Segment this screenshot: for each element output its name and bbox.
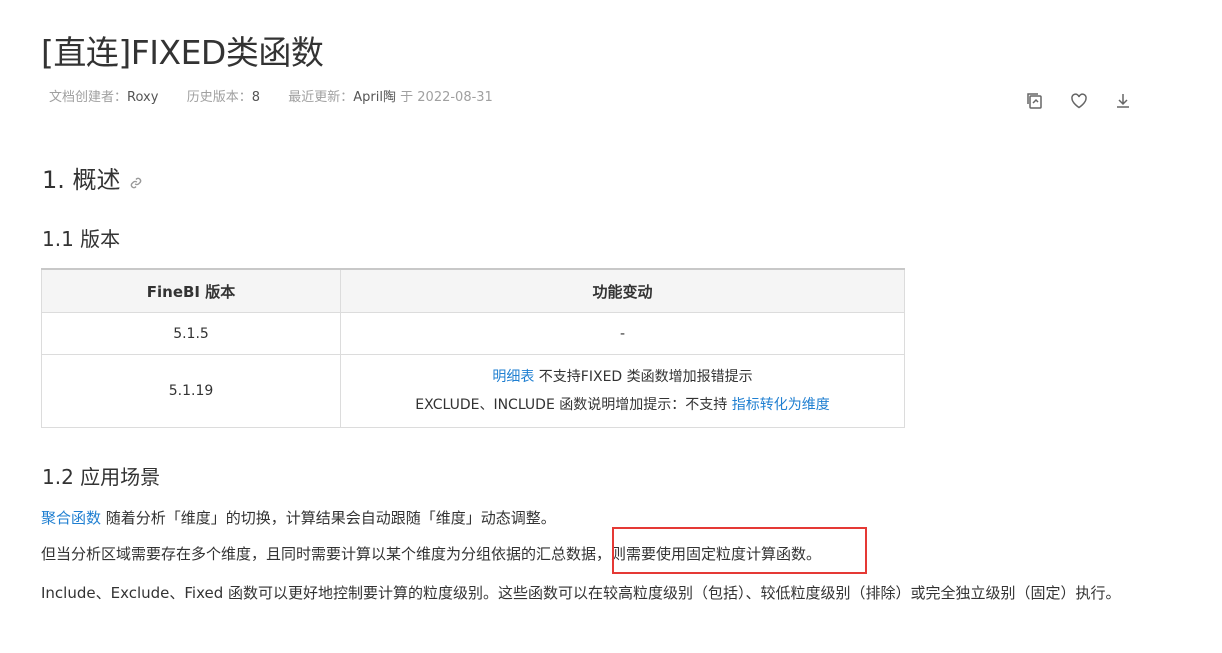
anchor-link-icon[interactable] <box>129 168 143 196</box>
version-cell: 5.1.19 <box>41 354 341 428</box>
subheading-version: 1.1 版本 <box>42 227 121 251</box>
copy-icon <box>1027 93 1042 109</box>
section-heading-overview: 1. 概述 <box>42 160 143 196</box>
updated-by[interactable]: April陶 <box>353 90 396 105</box>
updated-label: 最近更新： <box>288 90 354 105</box>
paragraph: 聚合函数 随着分析「维度」的切换，计算结果会自动跟随「维度」动态调整。 <box>41 509 556 527</box>
aggregate-function-link[interactable]: 聚合函数 <box>41 509 101 527</box>
change-cell: - <box>340 312 905 355</box>
version-count[interactable]: 8 <box>252 90 260 105</box>
creator-label: 文档创建者： <box>49 90 128 105</box>
favorite-button[interactable] <box>1068 90 1090 112</box>
version-label: 历史版本： <box>186 90 252 105</box>
version-table: FineBI 版本 功能变动 5.1.5 - 5.1.19 明细表 不支持FIX… <box>41 268 905 428</box>
page-title: [直连]FIXED类函数 <box>41 33 324 72</box>
version-cell: 5.1.5 <box>41 312 341 355</box>
table-row: 5.1.19 明细表 不支持FIXED 类函数增加报错提示 EXCLUDE、IN… <box>41 354 905 428</box>
doc-meta: 文档创建者：Roxy 历史版本：8 最近更新：April陶 于 2022-08-… <box>49 86 493 105</box>
change-cell: 明细表 不支持FIXED 类函数增加报错提示 EXCLUDE、INCLUDE 函… <box>340 354 905 428</box>
updated-date: 于 2022-08-31 <box>400 90 493 105</box>
section-heading-text: 1. 概述 <box>42 166 121 194</box>
copy-button[interactable] <box>1024 90 1046 112</box>
subheading-scenario: 1.2 应用场景 <box>42 465 161 489</box>
download-button[interactable] <box>1112 90 1134 112</box>
paragraph: Include、Exclude、Fixed 函数可以更好地控制要计算的粒度级别。… <box>41 584 1121 602</box>
table-header-change: 功能变动 <box>340 268 905 313</box>
table-row: 5.1.5 - <box>41 312 905 355</box>
paragraph: 但当分析区域需要存在多个维度，且同时需要计算以某个维度为分组依据的汇总数据，则需… <box>41 545 822 563</box>
download-icon <box>1117 94 1129 108</box>
metric-to-dimension-link[interactable]: 指标转化为维度 <box>732 397 830 413</box>
creator-name: Roxy <box>127 90 159 105</box>
doc-actions <box>1024 90 1134 112</box>
heart-icon <box>1071 93 1087 109</box>
table-header-version: FineBI 版本 <box>41 268 341 313</box>
detail-table-link[interactable]: 明细表 <box>492 369 534 385</box>
